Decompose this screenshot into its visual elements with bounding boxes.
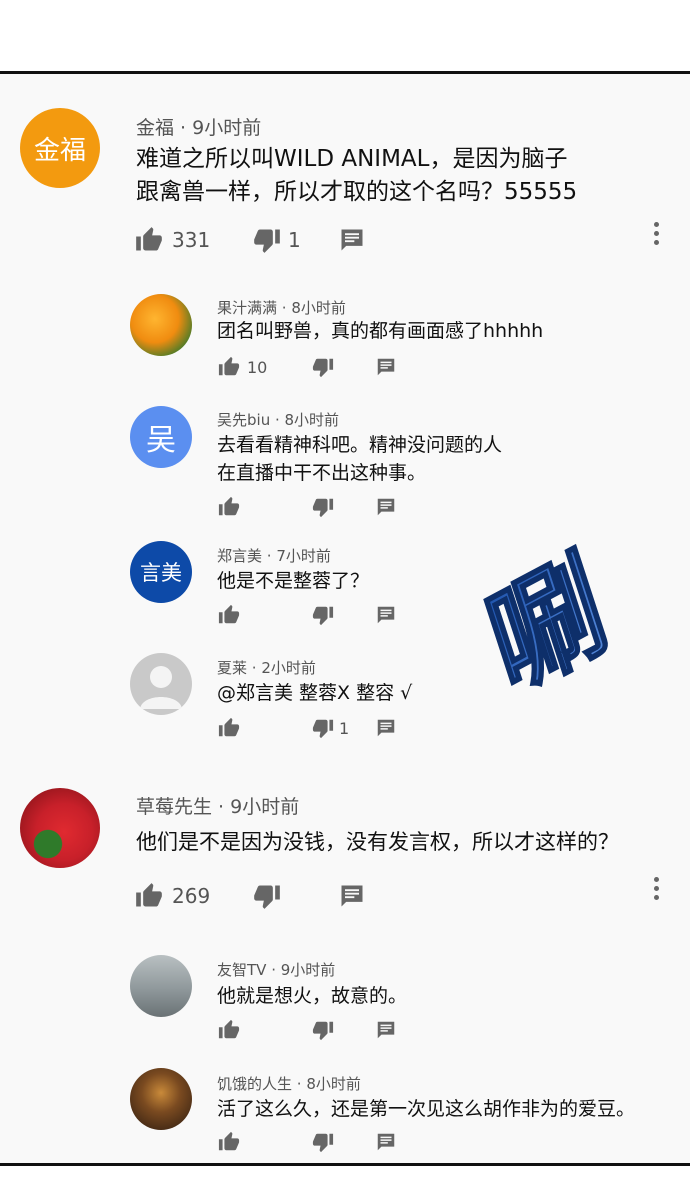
timestamp: 8小时前 <box>306 1075 361 1093</box>
avatar-initials: 金福 <box>33 135 86 166</box>
avatar[interactable]: 吴 <box>130 406 192 468</box>
comment-line: 去看看精神科吧。精神没问题的人 <box>217 434 503 456</box>
dislike-icon[interactable] <box>311 1019 335 1041</box>
comment-meta: 友智TV · 9小时前 <box>217 961 336 979</box>
comment-line: 团名叫野兽，真的都有画面感了hhhhh <box>217 320 544 342</box>
comment-line: 难道之所以叫WILD ANIMAL，是因为脑子 <box>136 146 568 172</box>
bottom-divider <box>0 1163 690 1166</box>
comment-actions <box>217 604 397 626</box>
like-icon[interactable] <box>217 356 241 378</box>
comment-text: 去看看精神科吧。精神没问题的人 在直播中干不出这种事。 <box>217 432 502 487</box>
avatar[interactable] <box>20 788 100 868</box>
comment-line: 他就是想火，故意的。 <box>217 985 408 1007</box>
avatar[interactable]: 言美 <box>130 541 192 603</box>
timestamp: 9小时前 <box>192 117 262 139</box>
reply-icon[interactable] <box>375 496 397 518</box>
author-name[interactable]: 草莓先生 <box>136 796 212 818</box>
reply-icon[interactable] <box>375 604 397 626</box>
comment-actions <box>217 1019 397 1041</box>
comment-meta: 金福 · 9小时前 <box>136 117 262 139</box>
comment-line: 活了这么久，还是第一次见这么胡作非为的爱豆。 <box>217 1098 636 1120</box>
comment-actions: 331 1 <box>134 226 366 254</box>
dislike-icon[interactable] <box>311 496 335 518</box>
author-name[interactable]: 郑言美 <box>217 547 262 565</box>
avatar-initials: 吴 <box>146 423 176 458</box>
like-count: 10 <box>247 357 268 377</box>
comment-text: 他就是想火，故意的。 <box>217 983 407 1011</box>
avatar-initials: 言美 <box>140 561 182 585</box>
comment-line: 他们是不是因为没钱，没有发言权，所以才这样的？ <box>136 830 619 854</box>
comment-text: 团名叫野兽，真的都有画面感了hhhhh <box>217 318 543 346</box>
like-icon[interactable] <box>217 496 241 518</box>
comment-actions: 10 <box>217 356 397 378</box>
more-options-icon[interactable] <box>651 877 661 900</box>
dislike-count: 1 <box>339 718 350 738</box>
timestamp: 2小时前 <box>261 659 316 677</box>
comment-text: 活了这么久，还是第一次见这么胡作非为的爱豆。 <box>217 1096 635 1124</box>
comment-line: 他是不是整蓉了？ <box>217 570 370 592</box>
author-name[interactable]: 饥饿的人生 <box>217 1075 292 1093</box>
timestamp: 8小时前 <box>291 299 346 317</box>
author-name[interactable]: 金福 <box>136 117 174 139</box>
comment-text: 难道之所以叫WILD ANIMAL，是因为脑子 跟禽兽一样，所以才取的这个名吗？… <box>136 143 577 210</box>
comment-meta: 夏莱 · 2小时前 <box>217 659 316 677</box>
like-icon[interactable] <box>217 604 241 626</box>
comment-text: @郑言美 整蓉X 整容 √ <box>217 680 412 708</box>
comment-meta: 吴先biu · 8小时前 <box>217 411 340 429</box>
avatar[interactable] <box>130 653 192 715</box>
comment-text: 他们是不是因为没钱，没有发言权，所以才这样的？ <box>136 827 619 857</box>
like-icon[interactable] <box>217 717 241 739</box>
comment-actions <box>217 496 397 518</box>
comment-actions <box>217 1131 397 1153</box>
reply-icon[interactable] <box>375 356 397 378</box>
like-count: 269 <box>172 884 211 908</box>
reply-icon[interactable] <box>338 226 366 254</box>
comment-line: @郑言美 整蓉X 整容 √ <box>217 682 413 704</box>
like-icon[interactable] <box>217 1131 241 1153</box>
dislike-icon[interactable] <box>311 717 335 739</box>
comment-actions: 1 <box>217 717 397 739</box>
comment-meta: 草莓先生 · 9小时前 <box>136 796 300 818</box>
whoosh-sticker: 唰 <box>473 532 640 722</box>
timestamp: 8小时前 <box>284 411 340 429</box>
author-name[interactable]: 吴先biu <box>217 411 270 429</box>
dislike-icon[interactable] <box>252 882 282 910</box>
avatar[interactable] <box>130 955 192 1017</box>
comment-text: 他是不是整蓉了？ <box>217 568 369 596</box>
avatar[interactable]: 金福 <box>20 108 100 188</box>
dislike-icon[interactable] <box>311 356 335 378</box>
avatar[interactable] <box>130 294 192 356</box>
dislike-icon[interactable] <box>311 1131 335 1153</box>
reply-icon[interactable] <box>375 717 397 739</box>
comment-line: 在直播中干不出这种事。 <box>217 461 427 484</box>
like-icon[interactable] <box>217 1019 241 1041</box>
author-name[interactable]: 友智TV <box>217 961 266 979</box>
comment-meta: 果汁满满 · 8小时前 <box>217 299 346 317</box>
author-name[interactable]: 果汁满满 <box>217 299 277 317</box>
like-icon[interactable] <box>134 882 164 910</box>
avatar[interactable] <box>130 1068 192 1130</box>
dislike-count: 1 <box>288 228 301 252</box>
reply-icon[interactable] <box>338 882 366 910</box>
dislike-icon[interactable] <box>252 226 282 254</box>
timestamp: 9小时前 <box>280 961 336 979</box>
more-options-icon[interactable] <box>651 222 661 245</box>
comment-meta: 饥饿的人生 · 8小时前 <box>217 1075 361 1093</box>
comment-meta: 郑言美 · 7小时前 <box>217 547 331 565</box>
like-count: 331 <box>172 228 211 252</box>
comment-line: 跟禽兽一样，所以才取的这个名吗？55555 <box>136 179 578 206</box>
author-name[interactable]: 夏莱 <box>217 659 247 677</box>
sticker-text: 唰 <box>480 540 621 690</box>
default-user-icon <box>140 666 182 709</box>
reply-icon[interactable] <box>375 1131 397 1153</box>
comment-actions: 269 <box>134 882 366 910</box>
like-icon[interactable] <box>134 226 164 254</box>
timestamp: 9小时前 <box>230 796 300 818</box>
timestamp: 7小时前 <box>276 547 331 565</box>
dislike-icon[interactable] <box>311 604 335 626</box>
reply-icon[interactable] <box>375 1019 397 1041</box>
